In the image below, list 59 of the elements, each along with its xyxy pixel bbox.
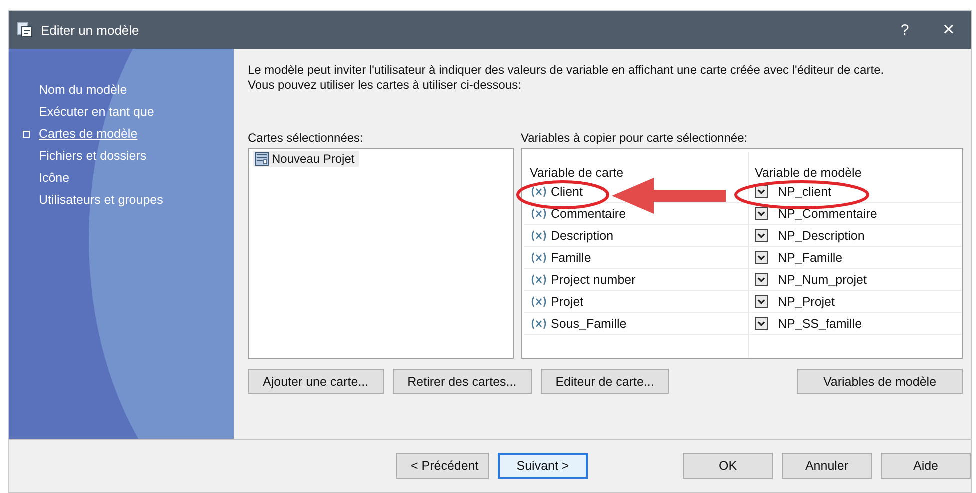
footer-button[interactable]: OK: [683, 453, 773, 479]
checkmark-icon: [757, 319, 766, 328]
sidebar-item[interactable]: Fichiers et dossiers: [23, 147, 147, 165]
close-button[interactable]: ×: [927, 11, 971, 49]
table-cell: NP_Projet: [778, 294, 835, 308]
variable-icon: [530, 274, 548, 286]
table-cell: Client: [551, 184, 583, 198]
table-cell: Projet: [551, 294, 584, 308]
help-button[interactable]: ?: [883, 11, 927, 49]
checkbox[interactable]: [755, 317, 768, 330]
variable-icon: [530, 208, 548, 220]
variable-icon: [530, 296, 548, 308]
checkbox[interactable]: [755, 295, 768, 308]
table-cell: Commentaire: [551, 206, 626, 220]
sidebar-item[interactable]: Icône: [23, 169, 70, 187]
sidebar-item[interactable]: Exécuter en tant que: [23, 103, 154, 121]
action-button[interactable]: Editeur de carte...: [540, 369, 670, 394]
checkmark-icon: [757, 297, 766, 306]
table-cell: Description: [551, 228, 614, 242]
variables-label: Variables à copier pour carte sélectionnée:: [521, 131, 749, 145]
table-cell: NP_Description: [778, 228, 865, 242]
table-cell: NP_Famille: [778, 250, 843, 264]
action-button[interactable]: Retirer des cartes...: [392, 369, 532, 394]
action-button[interactable]: Variables de modèle: [797, 369, 963, 394]
checkbox[interactable]: [755, 251, 768, 264]
checkmark-icon: [757, 209, 766, 218]
description-text: Vous pouvez utiliser les cartes à utiliser ci-dessous:: [248, 78, 522, 93]
column-header: Variable de modèle: [754, 165, 863, 182]
variable-icon: [530, 186, 548, 198]
checkmark-icon: [757, 275, 766, 284]
card-item[interactable]: Nouveau Projet: [253, 151, 359, 167]
variable-icon: [530, 318, 548, 330]
sidebar-item[interactable]: Nom du modèle: [23, 81, 128, 99]
footer-button[interactable]: Suivant >: [498, 453, 588, 479]
checkbox[interactable]: [755, 273, 768, 286]
cards-label: Cartes sélectionnées:: [248, 131, 364, 145]
checkmark-icon: [757, 253, 766, 262]
card-icon: [255, 152, 269, 166]
window-title: Editer un modèle: [41, 22, 140, 38]
footer-button[interactable]: Annuler: [782, 453, 872, 479]
checkmark-icon: [757, 231, 766, 240]
table-cell: Famille: [551, 250, 592, 264]
action-button[interactable]: Ajouter une carte...: [248, 369, 384, 394]
table-cell: NP_client: [778, 184, 832, 198]
checkbox[interactable]: [755, 207, 768, 220]
sidebar-item[interactable]: Cartes de modèle: [23, 125, 138, 143]
document-icon: [17, 22, 33, 38]
variable-icon: [530, 252, 548, 264]
table-cell: NP_SS_famille: [778, 316, 862, 330]
footer-button[interactable]: < Précédent: [396, 453, 489, 479]
checkmark-icon: [757, 187, 766, 196]
description-text: Le modèle peut inviter l'utilisateur à indiquer des valeurs de variable en affichant une carte créée avec l'éditeur de carte.: [248, 63, 884, 78]
checkbox[interactable]: [755, 229, 768, 242]
table-cell: Project number: [551, 272, 636, 286]
table-cell: Sous_Famille: [551, 316, 627, 330]
table-cell: NP_Num_projet: [778, 272, 867, 286]
table-cell: NP_Commentaire: [778, 206, 878, 220]
variable-icon: [530, 230, 548, 242]
footer-button[interactable]: Aide: [881, 453, 971, 479]
